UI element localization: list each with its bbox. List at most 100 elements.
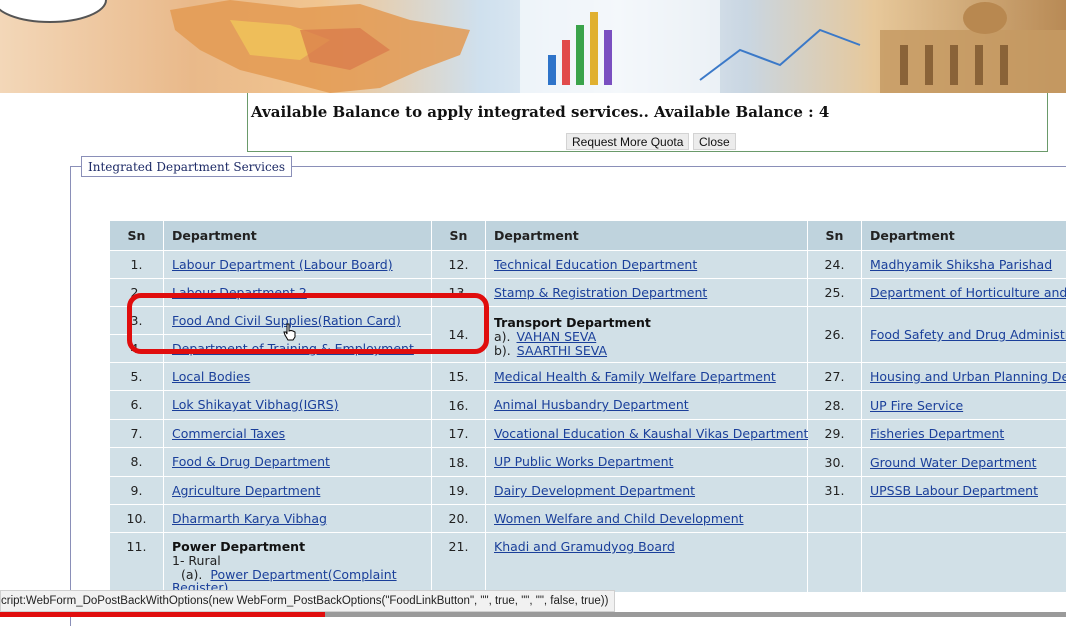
department-link[interactable]: Animal Husbandry Department <box>494 397 689 412</box>
department-link[interactable]: Commercial Taxes <box>172 426 285 441</box>
table-cell-sn: 20. <box>432 505 486 533</box>
department-link[interactable]: Vocational Education & Kaushal Vikas Dep… <box>494 426 808 441</box>
highlight-annotation <box>127 293 489 354</box>
department-link[interactable]: Agriculture Department <box>172 483 320 498</box>
table-cell-sn: 9. <box>110 477 164 505</box>
video-progress-bar[interactable] <box>0 612 1066 617</box>
table-cell-department: UP Fire Service <box>862 391 1066 420</box>
table-cell-department: Technical Education Department <box>486 251 808 279</box>
header-sn: Sn <box>432 221 486 251</box>
table-cell-empty <box>808 505 862 533</box>
department-link[interactable]: Dairy Development Department <box>494 483 695 498</box>
table-cell-sn: 5. <box>110 363 164 391</box>
table-cell-department: UPSSB Labour Department <box>862 477 1066 505</box>
video-progress-fill <box>0 612 326 617</box>
department-link[interactable]: Dharmarth Karya Vibhag <box>172 511 327 526</box>
header-department: Department <box>486 221 808 251</box>
saarthi-seva-link[interactable]: SAARTHI SEVA <box>517 343 607 358</box>
department-title: Transport Department <box>494 315 651 330</box>
table-cell-department: Ground Water Department <box>862 448 1066 477</box>
table-cell-department: Department of Horticulture and Fo <box>862 279 1066 307</box>
table-cell-department: Commercial Taxes <box>164 420 432 448</box>
table-cell-sn: 10. <box>110 505 164 533</box>
banner-artwork <box>0 0 1066 93</box>
department-link[interactable]: Lok Shikayat Vibhag(IGRS) <box>172 397 339 412</box>
table-cell-department: Transport Department a). VAHAN SEVA b). SAAR… <box>486 307 808 363</box>
table-cell-sn: 16. <box>432 391 486 420</box>
department-link[interactable]: UPSSB Labour Department <box>870 483 1038 498</box>
power-department-link[interactable]: Power Department(Complaint <box>210 567 396 582</box>
department-link[interactable]: Department of Horticulture and Fo <box>870 285 1066 300</box>
department-link[interactable]: Ground Water Department <box>870 455 1037 470</box>
header-department: Department <box>164 221 432 251</box>
department-link[interactable]: Food Safety and Drug Administrat <box>870 327 1066 342</box>
header-sn: Sn <box>110 221 164 251</box>
department-link[interactable]: Stamp & Registration Department <box>494 285 707 300</box>
table-cell-sn: 18. <box>432 448 486 477</box>
department-title: Power Department <box>172 539 306 554</box>
department-link[interactable]: UP Fire Service <box>870 398 963 413</box>
department-link[interactable]: Madhyamik Shiksha Parishad <box>870 257 1052 272</box>
table-cell-department: Food Safety and Drug Administrat <box>862 307 1066 363</box>
table-cell-sn: 1. <box>110 251 164 279</box>
header-department: Department <box>862 221 1066 251</box>
table-cell-department: Labour Department (Labour Board) <box>164 251 432 279</box>
table-cell-department: Dharmarth Karya Vibhag <box>164 505 432 533</box>
table-cell-department: Agriculture Department <box>164 477 432 505</box>
department-link[interactable]: UP Public Works Department <box>494 454 673 469</box>
hand-cursor-icon <box>283 323 296 341</box>
table-cell-sn: 17. <box>432 420 486 448</box>
table-cell-sn: 8. <box>110 448 164 477</box>
table-cell-department: Lok Shikayat Vibhag(IGRS) <box>164 391 432 420</box>
bar-chart-icon <box>548 55 556 85</box>
table-cell-department: Madhyamik Shiksha Parishad <box>862 251 1066 279</box>
table-cell-department: Vocational Education & Kaushal Vikas Dep… <box>486 420 808 448</box>
department-link[interactable]: Housing and Urban Planning Depa <box>870 369 1066 384</box>
department-link[interactable]: Women Welfare and Child Development <box>494 511 744 526</box>
table-cell-sn: 25. <box>808 279 862 307</box>
department-link[interactable]: Fisheries Department <box>870 426 1004 441</box>
table-cell-sn: 19. <box>432 477 486 505</box>
department-sublink-row: a). VAHAN SEVA <box>494 330 807 344</box>
request-more-quota-button[interactable]: Request More Quota <box>566 133 690 150</box>
table-cell-department: Local Bodies <box>164 363 432 391</box>
table-cell-department: Women Welfare and Child Development <box>486 505 808 533</box>
table-cell-sn: 27. <box>808 363 862 391</box>
department-link[interactable]: Medical Health & Family Welfare Departme… <box>494 369 776 384</box>
department-link[interactable]: Technical Education Department <box>494 257 697 272</box>
table-cell-empty <box>862 533 1066 593</box>
browser-status-bar: cript:WebForm_DoPostBackWithOptions(new … <box>0 590 616 612</box>
table-cell-department: UP Public Works Department <box>486 448 808 477</box>
vahan-seva-link[interactable]: VAHAN SEVA <box>517 329 597 344</box>
table-cell-department: Dairy Development Department <box>486 477 808 505</box>
department-link[interactable]: Food & Drug Department <box>172 454 330 469</box>
department-link[interactable]: Labour Department (Labour Board) <box>172 257 393 272</box>
table-cell-sn: 15. <box>432 363 486 391</box>
close-button[interactable]: Close <box>693 133 736 150</box>
balance-panel: Available Balance to apply integrated se… <box>247 93 1048 152</box>
department-sublink-row: b). SAARTHI SEVA <box>494 344 807 358</box>
table-cell-department: Animal Husbandry Department <box>486 391 808 420</box>
table-cell-department: Stamp & Registration Department <box>486 279 808 307</box>
department-link[interactable]: Local Bodies <box>172 369 250 384</box>
apply-balance-label: Available Balance to apply integrated se… <box>251 103 649 121</box>
department-link[interactable]: Khadi and Gramudyog Board <box>494 539 675 554</box>
header-sn: Sn <box>808 221 862 251</box>
available-balance-label: Available Balance : 4 <box>654 103 830 121</box>
fieldset-legend: Integrated Department Services <box>81 156 293 177</box>
table-cell-sn: 24. <box>808 251 862 279</box>
table-cell-sn: 12. <box>432 251 486 279</box>
table-cell-sn: 7. <box>110 420 164 448</box>
table-cell-department: Power Department 1- Rural (a). Power Depart… <box>164 533 432 594</box>
table-cell-sn: 11. <box>110 533 164 593</box>
table-cell-department: Housing and Urban Planning Depa <box>862 363 1066 391</box>
table-cell-sn: 29. <box>808 420 862 448</box>
table-cell-sn: 31. <box>808 477 862 505</box>
table-cell-sn: 30. <box>808 448 862 477</box>
sublink-prefix: a). <box>494 329 511 344</box>
table-cell-department: Medical Health & Family Welfare Departme… <box>486 363 808 391</box>
table-cell-sn: 21. <box>432 533 486 593</box>
emblem-icon <box>0 0 107 23</box>
header-banner <box>0 0 1066 93</box>
table-cell-empty <box>808 533 862 593</box>
